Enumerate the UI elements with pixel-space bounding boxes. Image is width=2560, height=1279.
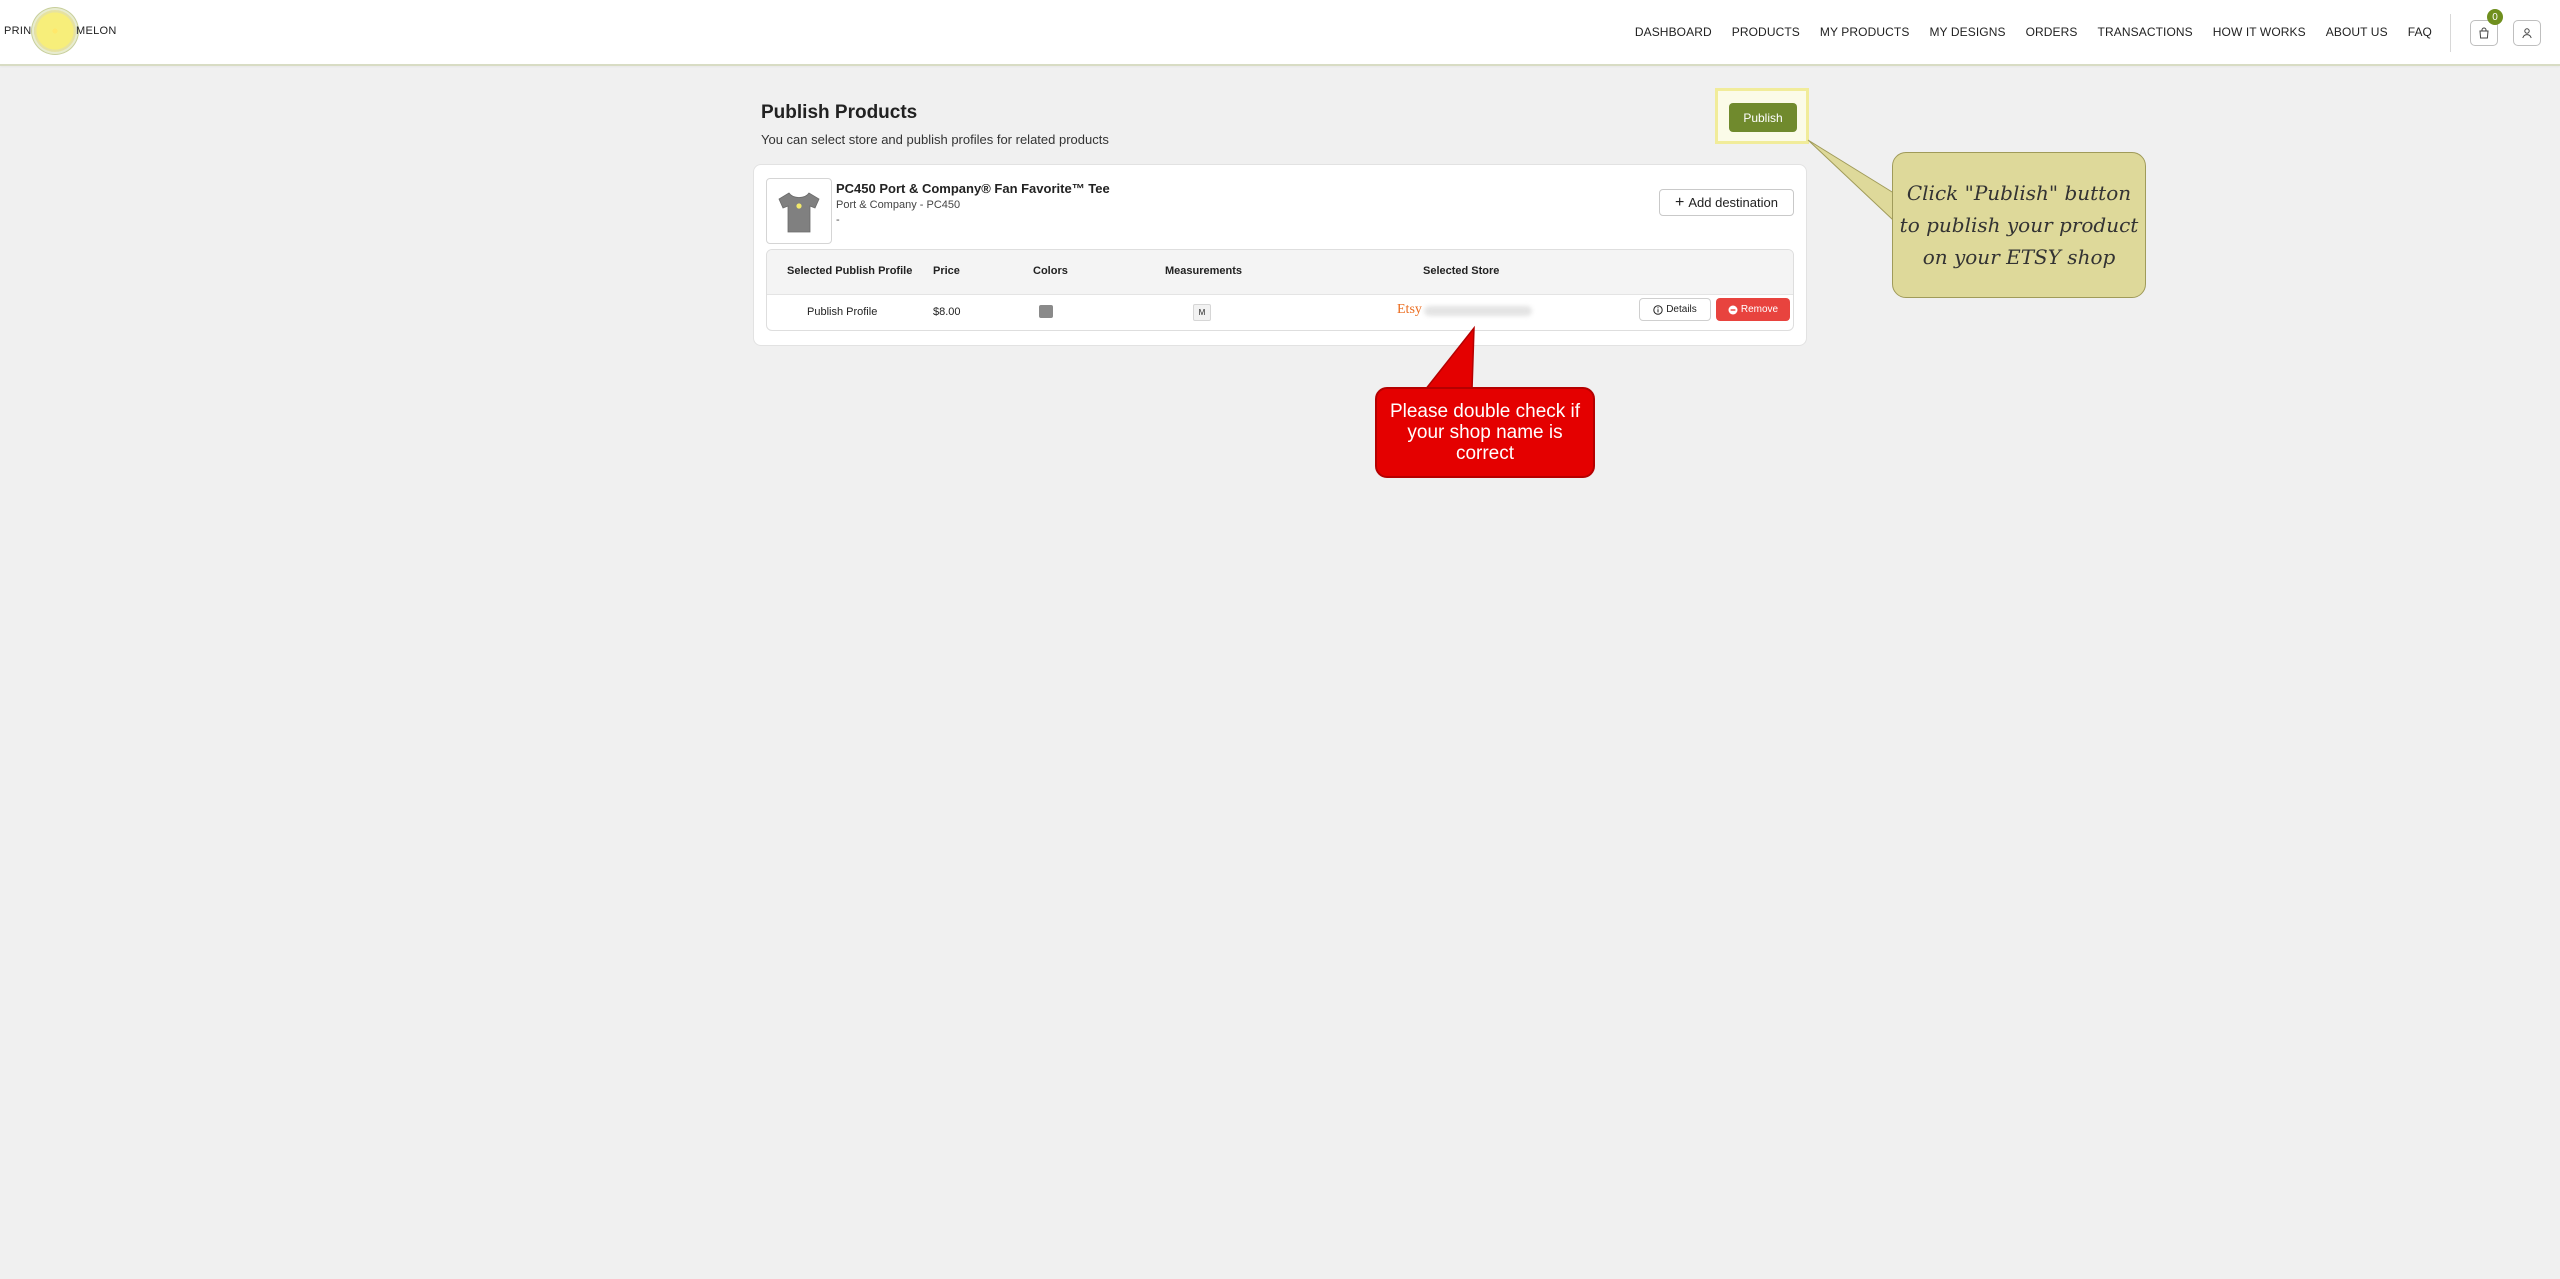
nav-faq[interactable]: FAQ	[2408, 25, 2432, 39]
details-label: Details	[1666, 304, 1697, 315]
column-header-store: Selected Store	[1423, 265, 1500, 277]
nav-products[interactable]: PRODUCTS	[1732, 25, 1800, 39]
column-header-profile: Selected Publish Profile	[787, 265, 913, 277]
product-thumbnail	[766, 178, 832, 244]
etsy-logo: Etsy	[1397, 302, 1422, 317]
nav-transactions[interactable]: TRANSACTIONS	[2098, 25, 2193, 39]
product-name: PC450 Port & Company® Fan Favorite™ Tee	[836, 181, 1110, 196]
info-icon	[1653, 304, 1663, 315]
user-icon	[2522, 28, 2532, 39]
user-menu-button[interactable]	[2513, 20, 2541, 46]
publish-tip-callout: Click "Publish" button to publish your p…	[1892, 152, 2146, 298]
column-header-price: Price	[933, 265, 960, 277]
publish-button[interactable]: Publish	[1729, 103, 1797, 132]
nav-dashboard[interactable]: DASHBOARD	[1635, 25, 1712, 39]
nav-how-it-works[interactable]: HOW IT WORKS	[2213, 25, 2306, 39]
shopping-bag-icon	[2479, 27, 2489, 39]
cart-count-badge: 0	[2487, 9, 2503, 25]
nav-my-designs[interactable]: MY DESIGNS	[1929, 25, 2005, 39]
plus-icon: +	[1675, 193, 1685, 211]
cart-button[interactable]: 0	[2470, 9, 2503, 46]
publish-table: Selected Publish Profile Price Colors Me…	[766, 249, 1794, 331]
remove-label: Remove	[1740, 304, 1779, 315]
add-destination-button[interactable]: + Add destination	[1659, 189, 1794, 216]
nav-my-products[interactable]: MY PRODUCTS	[1820, 25, 1910, 39]
nav-divider	[2450, 14, 2451, 52]
column-header-colors: Colors	[1033, 265, 1068, 277]
main-nav: DASHBOARD PRODUCTS MY PRODUCTS MY DESIGN…	[1615, 0, 2432, 64]
row-publish-profile: Publish Profile	[807, 306, 878, 318]
table-header	[767, 250, 1793, 295]
melon-logo-icon	[34, 10, 76, 52]
details-button[interactable]: Details	[1639, 298, 1711, 321]
product-extra: -	[836, 214, 840, 226]
color-swatch	[1039, 305, 1053, 318]
tshirt-icon	[778, 192, 820, 233]
nav-orders[interactable]: ORDERS	[2026, 25, 2078, 39]
add-destination-label: Add destination	[1688, 195, 1778, 210]
store-name-redacted	[1424, 306, 1532, 316]
product-brand: Port & Company - PC450	[836, 199, 961, 211]
page-title: Publish Products	[761, 102, 918, 123]
remove-circle-icon	[1728, 305, 1738, 314]
top-navbar: PRINT MELON DASHBOARD PRODUCTS MY PRODUC…	[0, 0, 2560, 66]
column-header-measurements: Measurements	[1165, 265, 1243, 277]
remove-button[interactable]: Remove	[1716, 298, 1790, 321]
logo-text-melon: MELON	[76, 25, 117, 37]
nav-about-us[interactable]: ABOUT US	[2326, 25, 2388, 39]
page-subtitle: You can select store and publish profile…	[761, 132, 1109, 147]
measurement-chip: M	[1193, 304, 1211, 321]
print-melon-logo[interactable]: PRINT MELON	[4, 10, 116, 54]
shop-name-tip-callout: Please double check if your shop name is…	[1375, 387, 1595, 478]
row-price: $8.00	[933, 306, 961, 318]
